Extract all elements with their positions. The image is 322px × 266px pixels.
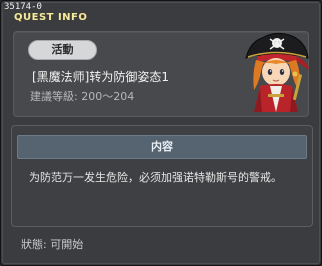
quest-status-pill: 活動 xyxy=(28,40,97,60)
quest-id: 35174-0 xyxy=(4,2,42,12)
pirate-captain-portrait-icon xyxy=(245,32,310,112)
quest-name: [黑魔法师]转为防御姿态1 xyxy=(32,70,169,84)
quest-summary-panel: 活動 [黑魔法师]转为防御姿态1 建議等級: 200～204 xyxy=(13,31,310,117)
quest-content-panel: 内容 为防范万一发生危险，必须加强诺特勒斯号的警戒。 xyxy=(11,125,313,227)
content-text: 为防范万一发生危险，必须加强诺特勒斯号的警戒。 xyxy=(29,171,282,184)
quest-info-window: 35174-0 QUEST INFO 活動 [黑魔法师]转为防御姿态1 建議等級… xyxy=(0,0,322,266)
window-title: QUEST INFO xyxy=(14,12,88,23)
content-header: 内容 xyxy=(17,135,307,159)
quest-status-text: 狀態: 可開始 xyxy=(21,238,84,251)
required-level: 建議等級: 200～204 xyxy=(30,90,135,103)
